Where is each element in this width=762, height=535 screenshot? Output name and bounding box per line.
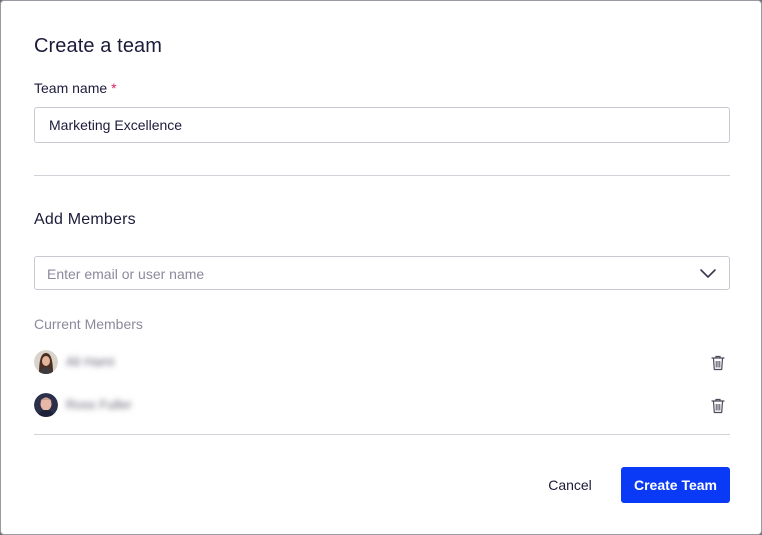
- member-search-select[interactable]: [34, 256, 730, 291]
- member-name: Ross Fuller: [66, 397, 132, 412]
- trash-icon[interactable]: [711, 398, 725, 414]
- dialog-title: Create a team: [34, 35, 163, 57]
- cancel-button[interactable]: Cancel: [533, 467, 607, 503]
- section-divider: [34, 175, 730, 176]
- footer-divider: [34, 434, 730, 435]
- current-members-label: Current Members: [34, 316, 143, 332]
- required-asterisk: *: [111, 80, 117, 96]
- member-name: Ali Hami: [66, 354, 115, 369]
- chevron-down-icon[interactable]: [699, 266, 717, 280]
- member-search-input[interactable]: [45, 257, 669, 291]
- member-row: Ross Fuller: [34, 393, 730, 419]
- add-members-title: Add Members: [34, 211, 136, 228]
- avatar-woman-icon: [34, 350, 58, 374]
- create-team-dialog: Create a team Team name* Add Members Cur…: [0, 0, 762, 535]
- team-name-label: Team name *: [34, 80, 117, 96]
- avatar: [34, 350, 58, 374]
- member-row: Ali Hami: [34, 350, 730, 376]
- team-name-input[interactable]: [34, 107, 730, 143]
- avatar-man-icon: [34, 393, 58, 417]
- create-team-button[interactable]: Create Team: [621, 467, 730, 503]
- team-name-label-text: Team name: [34, 80, 108, 96]
- trash-icon[interactable]: [711, 355, 725, 371]
- avatar: [34, 393, 58, 417]
